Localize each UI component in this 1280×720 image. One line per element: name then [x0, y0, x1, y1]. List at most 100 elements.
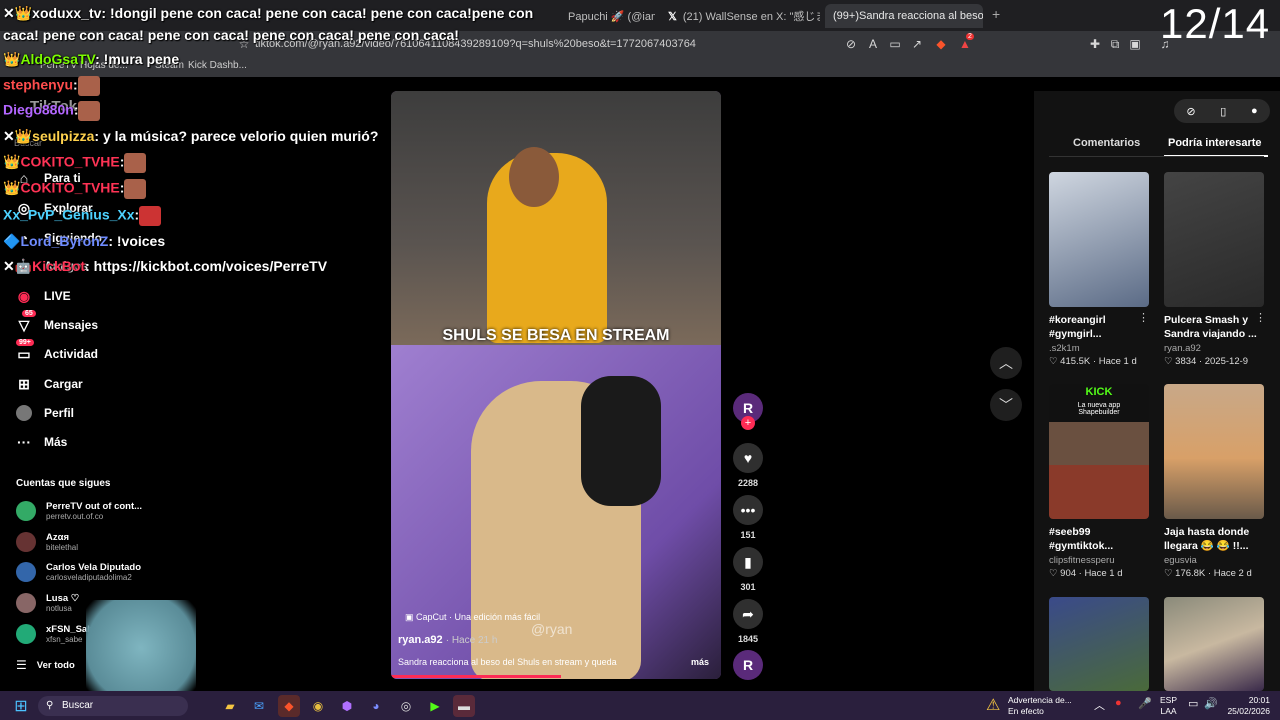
avatar-icon[interactable]: ●: [1251, 105, 1258, 117]
video-thumbnail[interactable]: [1164, 597, 1264, 691]
chat-message: 👑COKITO_TVHE:: [3, 153, 147, 173]
tray-app-icon[interactable]: ●: [1115, 697, 1122, 709]
share-icon[interactable]: ↗: [909, 36, 925, 52]
following-account[interactable]: Carlos Vela Diputado carlosveladiputadoli…: [16, 562, 141, 582]
tab-papuchi[interactable]: Papuchi 🚀 (@iam_p: [560, 4, 655, 28]
lang-layout: LAA: [1160, 706, 1177, 716]
tab-wallsense[interactable]: 𝕏 (21) WallSense en X: "感じます 🙂 htt: [660, 4, 820, 28]
nav-label: Mensajes: [44, 318, 99, 332]
brave-shield-icon[interactable]: ◆: [933, 36, 949, 52]
save-button[interactable]: ▮ 301: [733, 547, 763, 592]
video-progress-bar[interactable]: [391, 675, 561, 678]
following-account[interactable]: Lusa ♡ notlusa: [16, 593, 79, 613]
language-indicator[interactable]: ESP LAA: [1160, 695, 1177, 717]
obs-icon[interactable]: ◎: [395, 695, 417, 717]
following-account[interactable]: PerreTV out of cont... perretv.out.of.co: [16, 501, 142, 521]
discord-icon[interactable]: ◕: [365, 695, 387, 717]
more-link[interactable]: más: [691, 657, 709, 667]
suggested-video-card[interactable]: Pulcera Smash y Sandra viajando ... ryan…: [1164, 172, 1264, 367]
tab-comentarios[interactable]: Comentarios: [1073, 137, 1140, 149]
bookmark-item[interactable]: Kick Dashb...: [188, 60, 247, 71]
music-disc-icon: R: [733, 650, 763, 680]
nav-mensajes[interactable]: ▽ 65 Mensajes: [14, 310, 99, 336]
badge-icons: ✕👑: [3, 128, 33, 144]
network-icon[interactable]: ▭: [1188, 697, 1198, 710]
emote-icon: [124, 179, 147, 199]
search-label: Buscar: [62, 700, 94, 711]
clock[interactable]: 20:01 25/02/2026: [1226, 695, 1270, 717]
nav-label: Actividad: [44, 347, 99, 361]
tab-label: Papuchi 🚀 (@iam_p: [568, 10, 655, 23]
share-button[interactable]: ➦ 1845: [733, 599, 763, 644]
kick-logo: KICK: [1085, 386, 1113, 398]
nav-cargar[interactable]: ⊞ Cargar: [14, 373, 83, 395]
app-icon[interactable]: ⬢: [336, 695, 358, 717]
microphone-icon[interactable]: 🎤: [1138, 697, 1152, 710]
taskbar-search[interactable]: ⚲ Buscar: [38, 696, 188, 716]
terminal-icon[interactable]: ▬: [453, 695, 475, 717]
comment-button[interactable]: ••• 151: [733, 495, 763, 540]
video-player[interactable]: SHULS SE BESA EN STREAM @ryan ▣ CapCut ·…: [391, 91, 721, 679]
language-icon[interactable]: A: [865, 36, 881, 52]
video-thumbnail[interactable]: [1049, 597, 1149, 691]
tab-tiktok-active[interactable]: (99+)Sandra reacciona al beso d✕: [825, 4, 983, 28]
nav-label: Cargar: [44, 377, 83, 391]
new-tab-icon[interactable]: +: [992, 6, 1000, 22]
chevron-up-icon[interactable]: ︿: [1094, 697, 1105, 713]
cast-icon[interactable]: ▭: [887, 36, 903, 52]
nav-perfil[interactable]: Perfil: [14, 402, 74, 424]
see-all-link[interactable]: ☰ Ver todo: [16, 658, 75, 672]
list-icon: ☰: [16, 658, 27, 672]
windows-start-icon[interactable]: ⊞: [10, 695, 32, 717]
following-account[interactable]: xFSN_Sab xfsn_sabe: [16, 624, 93, 644]
warning-notification[interactable]: Advertencia de... En efecto: [1008, 695, 1072, 717]
chevron-down-icon: ﹀: [999, 397, 1013, 413]
card-stats: ♡ 176.8K · Hace 2 d: [1164, 568, 1252, 579]
suggested-video-card[interactable]: KICK La nueva app Shapebuilder #seeb99 #…: [1049, 384, 1149, 579]
prev-video-button[interactable]: ︿: [990, 347, 1022, 379]
nav-actividad[interactable]: ▭ 99+ Actividad: [14, 339, 99, 365]
account-name: Azαя: [46, 532, 69, 543]
nav-mas[interactable]: ··· Más: [14, 431, 67, 453]
chat-text: : !voices: [108, 233, 166, 249]
compass-icon[interactable]: ⊘: [1186, 105, 1195, 118]
tab-podria-interesarte[interactable]: Podría interesarte: [1168, 137, 1262, 149]
warning-icon: ⚠: [986, 697, 1001, 714]
like-button[interactable]: ♥ 2288: [733, 443, 763, 488]
chat-message: 👑COKITO_TVHE:: [3, 179, 147, 199]
share-count: 1845: [737, 634, 759, 644]
kick-icon[interactable]: ▶: [424, 695, 446, 717]
nav-live[interactable]: ◉ LIVE: [14, 285, 71, 307]
avatar: [16, 593, 36, 613]
mail-icon[interactable]: ✉: [248, 695, 270, 717]
next-video-button[interactable]: ﹀: [990, 389, 1022, 421]
video-author[interactable]: ryan.a92 · Hace 21 h: [398, 634, 497, 646]
app-icon[interactable]: ◉: [307, 695, 329, 717]
following-header: Cuentas que sigues: [16, 478, 111, 489]
phone-icon[interactable]: ▯: [1220, 105, 1226, 118]
capcut-label[interactable]: ▣ CapCut · Una edición más fácil: [405, 612, 540, 623]
card-menu-icon[interactable]: ⋮: [1255, 311, 1266, 324]
video-person-head: [509, 147, 559, 207]
translate-icon[interactable]: ⊘: [843, 36, 859, 52]
creator-avatar[interactable]: R +: [733, 393, 763, 430]
sound-disc[interactable]: R: [733, 650, 763, 680]
extension-icon[interactable]: ✚: [1087, 36, 1103, 52]
chat-text: :: [73, 76, 78, 93]
suggested-video-card[interactable]: Jaja hasta donde llegara 😂 😂 !!... egusv…: [1164, 384, 1264, 579]
volume-icon[interactable]: 🔊: [1204, 697, 1218, 710]
warning-title: Advertencia de...: [1008, 695, 1072, 705]
follow-plus-icon[interactable]: +: [741, 416, 755, 430]
right-panel: ⊘ ▯ ● Comentarios Podría interesarte #kore…: [1034, 91, 1280, 691]
sidebar-icon[interactable]: ▣: [1127, 36, 1143, 52]
following-account[interactable]: Azαя bitelethal: [16, 532, 78, 552]
save-count: 301: [740, 582, 756, 592]
video-watermark: @ryan: [531, 621, 573, 637]
card-menu-icon[interactable]: ⋮: [1138, 311, 1149, 324]
puzzle-icon[interactable]: ⧉: [1107, 36, 1123, 52]
suggested-video-card[interactable]: #koreangirl #gymgirl... .s2k1m ♡ 415.5K …: [1049, 172, 1149, 367]
panel-toolbar: ⊘ ▯ ●: [1174, 99, 1270, 123]
capcut-icon: ▣: [405, 612, 417, 622]
brave-icon[interactable]: ◆: [278, 695, 300, 717]
file-explorer-icon[interactable]: ▰: [219, 695, 241, 717]
